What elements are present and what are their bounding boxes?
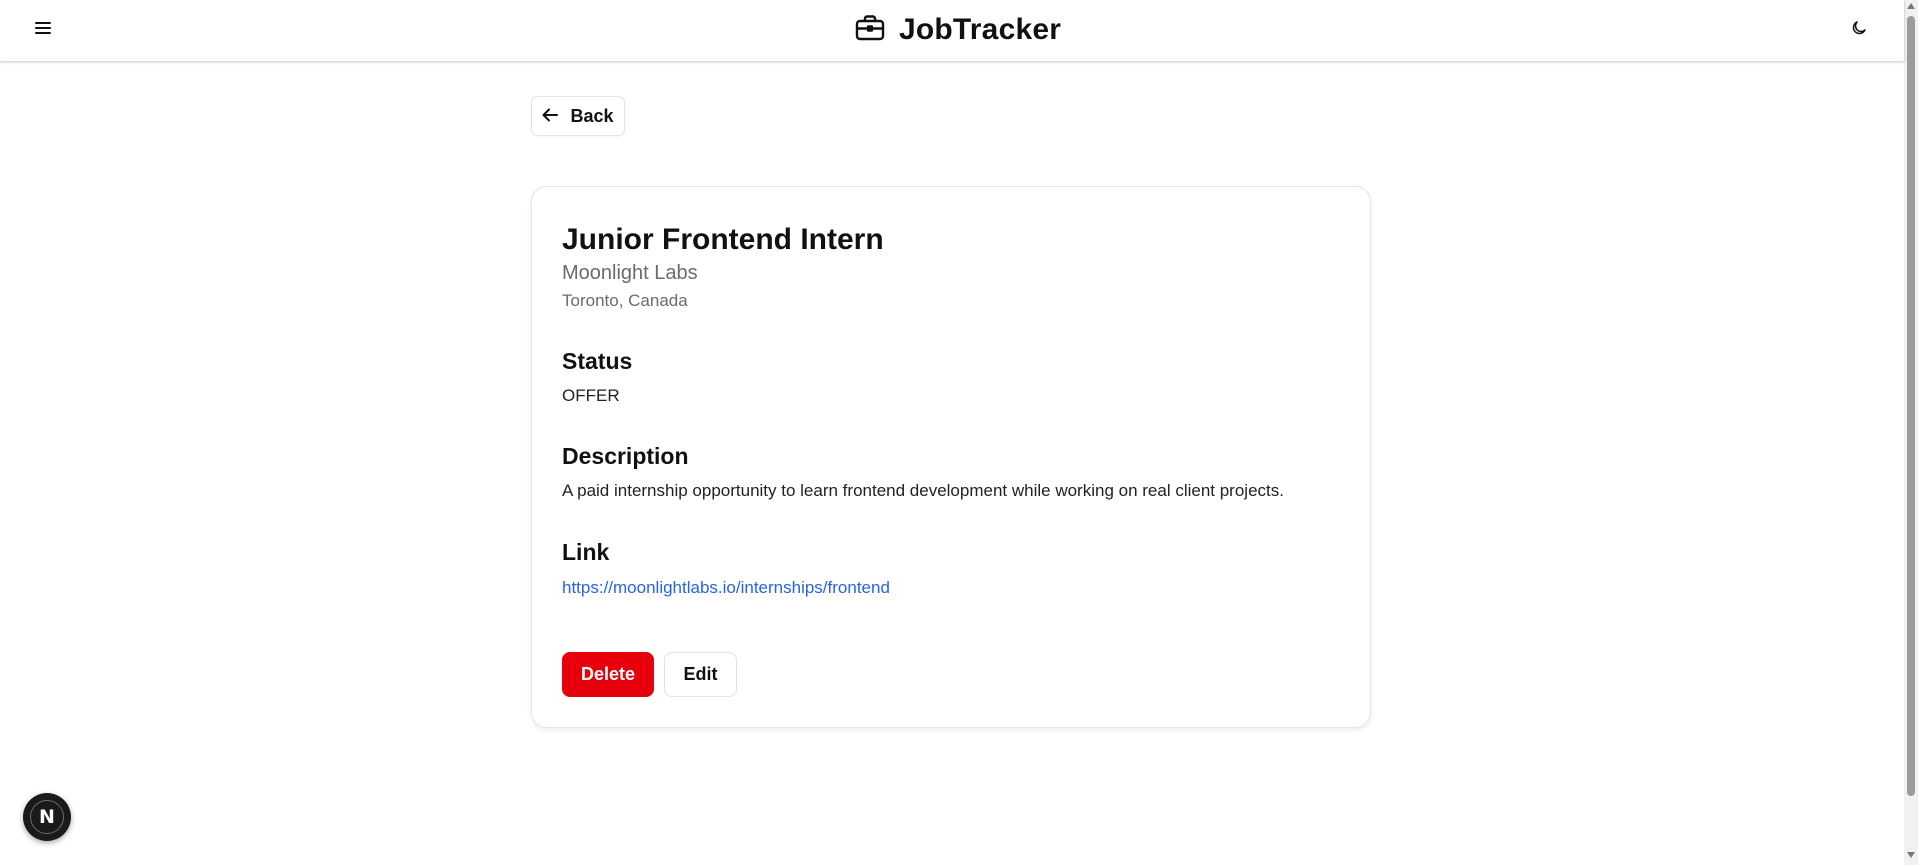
- briefcase-icon: [855, 14, 885, 47]
- menu-button[interactable]: [30, 17, 56, 43]
- scroll-up-arrow-icon[interactable]: [1907, 3, 1915, 9]
- vertical-scrollbar[interactable]: [1904, 0, 1918, 865]
- scroll-thumb[interactable]: [1907, 16, 1915, 796]
- description-heading: Description: [562, 443, 689, 469]
- menu-icon: [35, 21, 51, 40]
- nextjs-devtools-button[interactable]: N: [23, 793, 71, 841]
- top-header: JobTracker: [0, 0, 1904, 61]
- delete-button[interactable]: Delete: [562, 652, 654, 697]
- job-detail-card: Junior Frontend Intern Moonlight Labs To…: [531, 186, 1371, 728]
- scroll-down-arrow-icon[interactable]: [1907, 852, 1915, 858]
- job-title: Junior Frontend Intern: [562, 223, 884, 256]
- back-button[interactable]: Back: [531, 96, 625, 136]
- app-title: JobTracker: [899, 13, 1062, 46]
- job-link[interactable]: https://moonlightlabs.io/internships/fro…: [562, 578, 890, 598]
- status-value: OFFER: [562, 386, 620, 405]
- n-logo-icon: N: [30, 800, 64, 834]
- job-location: Toronto, Canada: [562, 291, 688, 310]
- description-value: A paid internship opportunity to learn f…: [562, 481, 1284, 500]
- edit-button[interactable]: Edit: [664, 652, 737, 697]
- moon-icon: [1850, 19, 1868, 42]
- arrow-left-icon: [542, 106, 559, 127]
- theme-toggle-button[interactable]: [1845, 16, 1873, 44]
- app-viewport: JobTracker Back Junior Frontend Intern M…: [0, 0, 1918, 865]
- status-heading: Status: [562, 348, 633, 374]
- link-heading: Link: [562, 539, 610, 565]
- back-label: Back: [570, 105, 614, 126]
- brand[interactable]: JobTracker: [855, 12, 1061, 48]
- company-name: Moonlight Labs: [562, 262, 698, 284]
